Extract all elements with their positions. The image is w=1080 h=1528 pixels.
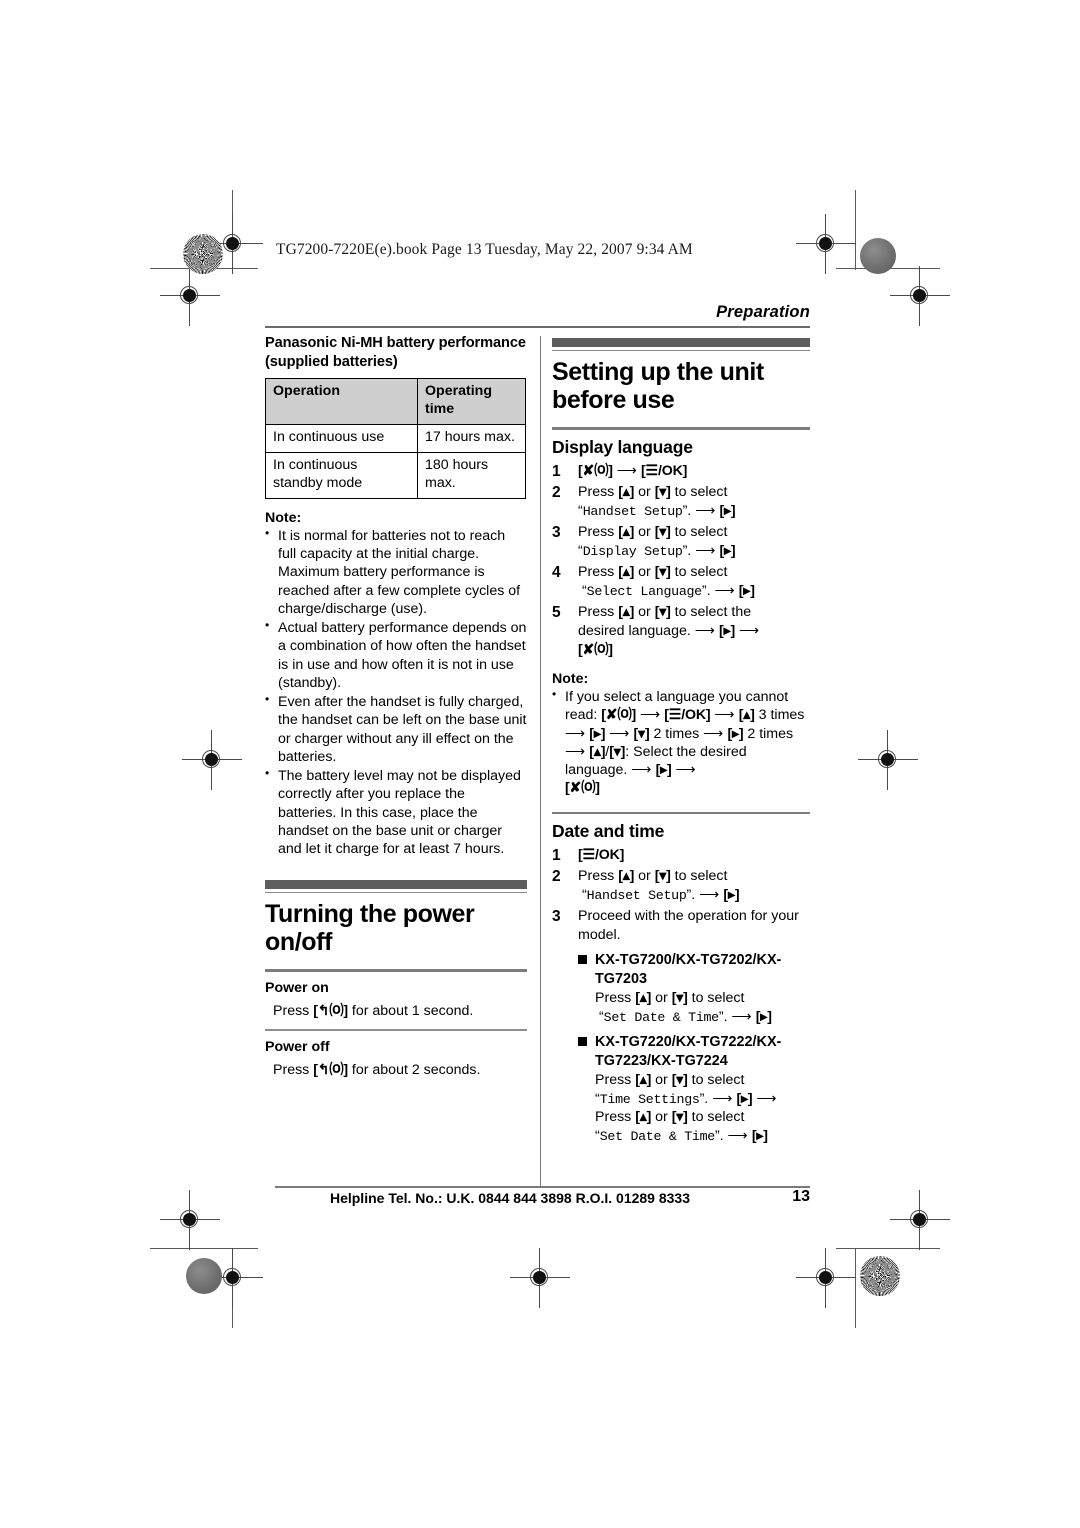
- running-head-rule: [265, 326, 810, 328]
- power-section-bar: [265, 880, 527, 890]
- registration-mark-upper-right: [890, 266, 950, 326]
- power-section-rule: [265, 969, 527, 972]
- list-item: 2 Press [▴] or [▾] to select “Handset Setu…: [552, 483, 810, 521]
- display-language-note-list: If you select a language you cannot read…: [552, 687, 810, 798]
- table-cell-operation: In continuous use: [265, 424, 418, 454]
- battery-performance-table: Operation Operating time In continuous u…: [265, 378, 526, 499]
- table-row: In continuous use 17 hours max.: [265, 424, 526, 454]
- display-language-note-label: Note:: [552, 671, 589, 687]
- setup-section-bar: [552, 338, 810, 347]
- step-number: 1: [552, 847, 561, 865]
- density-dot-bottom-left: [186, 1258, 222, 1294]
- table-cell-operation: In continuous standby mode: [265, 452, 418, 499]
- list-item: 5 Press [▴] or [▾] to select the desired l…: [552, 603, 810, 660]
- right-column: Setting up the unit before use Display l…: [552, 334, 810, 1146]
- starburst-target-top-left: [183, 234, 223, 274]
- power-section-bar-thin: [265, 891, 527, 894]
- column-divider: [540, 336, 542, 1188]
- step-text: [✘⒪] ⟶ [☰/OK]: [578, 462, 688, 479]
- battery-performance-heading: Panasonic Ni-MH battery performance (sup…: [265, 335, 526, 370]
- note-text: If you select a language you cannot read…: [565, 689, 805, 797]
- book-source-line: TG7200-7220E(e).book Page 13 Tuesday, Ma…: [276, 241, 693, 258]
- power-on-pre: Press: [273, 1002, 314, 1019]
- density-dot-top-right: [860, 238, 896, 274]
- step-number: 2: [552, 868, 561, 886]
- registration-mark-mid-left: [182, 730, 242, 790]
- table-row: In continuous standby mode 180 hours max…: [265, 452, 526, 499]
- model-group-body: Press [▴] or [▾] to select “Set Date & T…: [595, 990, 772, 1026]
- registration-mark-bottom-center: [510, 1248, 570, 1308]
- table-cell-time: 180 hours max.: [417, 452, 526, 499]
- model-group-title: KX-TG7200/KX-TG7202/KX-TG7203: [595, 952, 782, 988]
- date-time-heading: Date and time: [552, 821, 665, 842]
- battery-note-label: Note:: [265, 509, 302, 526]
- power-key-icon: [↰⒪]: [313, 1002, 348, 1019]
- battery-note-list: It is normal for batteries not to reach …: [265, 526, 527, 859]
- registration-mark-upper-left: [160, 266, 220, 326]
- setup-section-title: Setting up the unit before use: [552, 358, 764, 415]
- step-text: Press [▴] or [▾] to select “Select Langu…: [578, 563, 755, 599]
- setup-section-bar-thin: [552, 349, 810, 352]
- page-number: 13: [792, 1188, 810, 1205]
- power-off-pre: Press: [273, 1061, 314, 1078]
- step-number: 3: [552, 523, 561, 541]
- step-number: 4: [552, 563, 561, 581]
- step-number: 3: [552, 908, 561, 926]
- square-bullet-icon: [578, 955, 587, 965]
- running-head: Preparation: [716, 303, 810, 321]
- step-text: [☰/OK]: [578, 847, 625, 864]
- model-group-title: KX-TG7220/KX-TG7222/KX-TG7223/KX-TG7224: [595, 1033, 782, 1069]
- list-item: Even after the handset is fully charged,…: [265, 692, 527, 766]
- registration-mark-top-right: [796, 214, 856, 274]
- power-key-icon: [↰⒪]: [313, 1061, 348, 1078]
- list-item: It is normal for batteries not to reach …: [265, 526, 527, 618]
- power-off-instruction: Press [↰⒪] for about 2 seconds.: [265, 1061, 527, 1079]
- step-text: Press [▴] or [▾] to select “Display Setup…: [578, 523, 736, 559]
- model-group: KX-TG7220/KX-TG7222/KX-TG7223/KX-TG7224 …: [578, 1033, 810, 1146]
- power-off-label: Power off: [265, 1038, 330, 1055]
- helpline-text: Helpline Tel. No.: U.K. 0844 844 3898 R.…: [329, 1190, 691, 1206]
- step-text: Proceed with the operation for your mode…: [578, 908, 799, 944]
- registration-mark-mid-right: [858, 730, 918, 790]
- list-item: 1 [☰/OK]: [552, 846, 810, 865]
- step-text: Press [▴] or [▾] to select “Handset Setup…: [578, 483, 736, 519]
- model-group-body: Press [▴] or [▾] to select “Time Settings…: [595, 1071, 777, 1144]
- step-number: 5: [552, 603, 561, 621]
- step-text: Press [▴] or [▾] to select “Handset Setu…: [578, 868, 740, 904]
- registration-mark-lower-right: [890, 1190, 950, 1250]
- list-item: 2 Press [▴] or [▾] to select “Handset Set…: [552, 867, 810, 905]
- display-language-heading: Display language: [552, 436, 693, 457]
- step-text: Press [▴] or [▾] to select the desired la…: [578, 603, 760, 658]
- table-header-row: Operation Operating time: [265, 378, 526, 426]
- list-item: The battery level may not be displayed c…: [265, 766, 527, 858]
- table-col-operation: Operation: [265, 378, 418, 426]
- power-on-label: Power on: [265, 979, 329, 996]
- power-section-title: Turning the power on/off: [265, 900, 475, 957]
- date-time-steps: 1 [☰/OK] 2 Press [▴] or [▾] to select “Han…: [552, 846, 810, 1146]
- power-on-post: for about 1 second.: [347, 1002, 474, 1019]
- left-column: Panasonic Ni-MH battery performance (sup…: [265, 334, 527, 1079]
- list-item: If you select a language you cannot read…: [552, 687, 810, 798]
- power-off-rule: [265, 1029, 527, 1031]
- list-item: 3 Proceed with the operation for your mod…: [552, 907, 810, 1146]
- list-item: Actual battery performance depends on a …: [265, 618, 527, 692]
- step-number: 2: [552, 483, 561, 501]
- setup-section-rule: [552, 427, 810, 430]
- model-group: KX-TG7200/KX-TG7202/KX-TG7203 Press [▴] …: [578, 951, 810, 1027]
- list-item: 4 Press [▴] or [▾] to select “Select Lang…: [552, 563, 810, 601]
- registration-mark-bottom-right: [796, 1248, 856, 1308]
- list-item: 3 Press [▴] or [▾] to select “Display Setu…: [552, 523, 810, 561]
- step-number: 1: [552, 462, 561, 480]
- power-off-post: for about 2 seconds.: [347, 1061, 481, 1078]
- table-cell-time: 17 hours max.: [417, 424, 526, 454]
- registration-mark-lower-left: [160, 1190, 220, 1250]
- footer-rule: [275, 1186, 810, 1188]
- table-col-operating-time: Operating time: [417, 378, 526, 426]
- display-language-steps: 1 [✘⒪] ⟶ [☰/OK] 2 Press [▴] or [▾] to sele…: [552, 462, 810, 660]
- power-on-instruction: Press [↰⒪] for about 1 second.: [265, 1002, 527, 1020]
- square-bullet-icon: [578, 1036, 587, 1046]
- list-item: 1 [✘⒪] ⟶ [☰/OK]: [552, 462, 810, 481]
- starburst-target-bottom-right: [860, 1256, 900, 1296]
- date-time-rule: [552, 811, 810, 815]
